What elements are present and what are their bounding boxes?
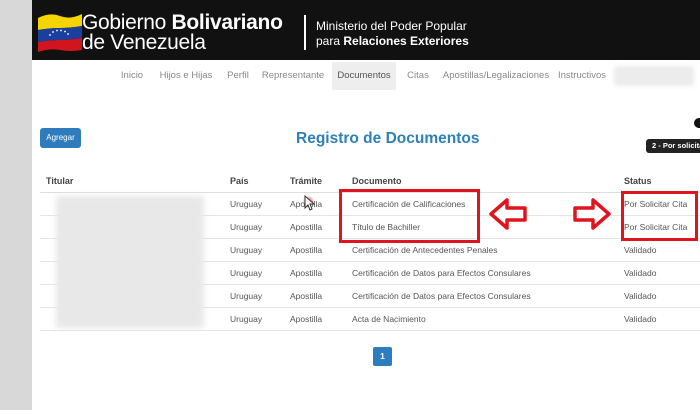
column-header-tramite: Trámite xyxy=(290,176,323,186)
cell-documento: Certificación de Datos para Efectos Cons… xyxy=(352,268,531,278)
cell-status: Validado xyxy=(624,314,657,324)
nav-item-citas[interactable]: Citas xyxy=(402,62,434,90)
row-divider xyxy=(40,330,700,331)
arrow-left-icon xyxy=(489,198,527,230)
venezuela-flag-icon xyxy=(38,14,82,52)
cell-pais: Uruguay xyxy=(230,199,263,209)
nav-item-inicio[interactable]: Inicio xyxy=(114,62,150,90)
header-divider xyxy=(304,15,306,50)
cell-tramite: Apostilla xyxy=(290,268,323,278)
column-header-documento: Documento xyxy=(352,176,402,186)
pagination-page-1[interactable]: 1 xyxy=(373,347,392,366)
nav-item-perfil[interactable]: Perfil xyxy=(222,62,254,90)
cell-pais: Uruguay xyxy=(230,291,263,301)
cell-tramite: Apostilla xyxy=(290,222,323,232)
cell-status: Validado xyxy=(624,245,657,255)
nav-item-documentos[interactable]: Documentos xyxy=(332,62,396,90)
add-document-button[interactable]: Agregar xyxy=(40,128,81,148)
column-header-pais: País xyxy=(230,176,249,186)
nav-item-representante[interactable]: Representante xyxy=(260,62,326,90)
cell-documento: Acta de Nacimiento xyxy=(352,314,426,324)
cell-tramite: Apostilla xyxy=(290,291,323,301)
blurred-titular-names xyxy=(56,196,204,328)
header-banner: Gobierno Bolivariano de Venezuela Minist… xyxy=(32,0,700,60)
cell-status: Validado xyxy=(624,268,657,278)
ministry-name: Ministerio del Poder Popular para Relaci… xyxy=(316,19,469,48)
page: Gobierno Bolivariano de Venezuela Minist… xyxy=(32,0,700,410)
badge-indicator xyxy=(694,118,700,128)
status-badge: 2 - Por solicitar xyxy=(646,139,700,153)
nav-item-instructivos[interactable]: Instructivos xyxy=(556,62,608,90)
page-title: Registro de Documentos xyxy=(296,130,480,147)
column-header-titular: Titular xyxy=(46,176,74,186)
nav-item-hijos[interactable]: Hijos e Hijas xyxy=(156,62,216,90)
government-title: Gobierno Bolivariano de Venezuela xyxy=(82,11,283,54)
cell-documento: Certificación de Datos para Efectos Cons… xyxy=(352,291,531,301)
document-highlight-box xyxy=(339,189,480,243)
nav-blurred-item xyxy=(614,66,694,86)
status-highlight-box xyxy=(621,191,698,241)
main-nav: Inicio Hijos e Hijas Perfil Representant… xyxy=(32,62,700,90)
mouse-cursor-icon xyxy=(304,195,316,211)
cell-pais: Uruguay xyxy=(230,245,263,255)
cell-pais: Uruguay xyxy=(230,314,263,324)
cell-pais: Uruguay xyxy=(230,268,263,278)
arrow-right-icon xyxy=(573,198,611,230)
column-header-status: Status xyxy=(624,176,652,186)
nav-item-apostillas[interactable]: Apostillas/Legalizaciones xyxy=(440,62,552,90)
cell-status: Validado xyxy=(624,291,657,301)
cell-tramite: Apostilla xyxy=(290,245,323,255)
cell-pais: Uruguay xyxy=(230,222,263,232)
cell-tramite: Apostilla xyxy=(290,314,323,324)
